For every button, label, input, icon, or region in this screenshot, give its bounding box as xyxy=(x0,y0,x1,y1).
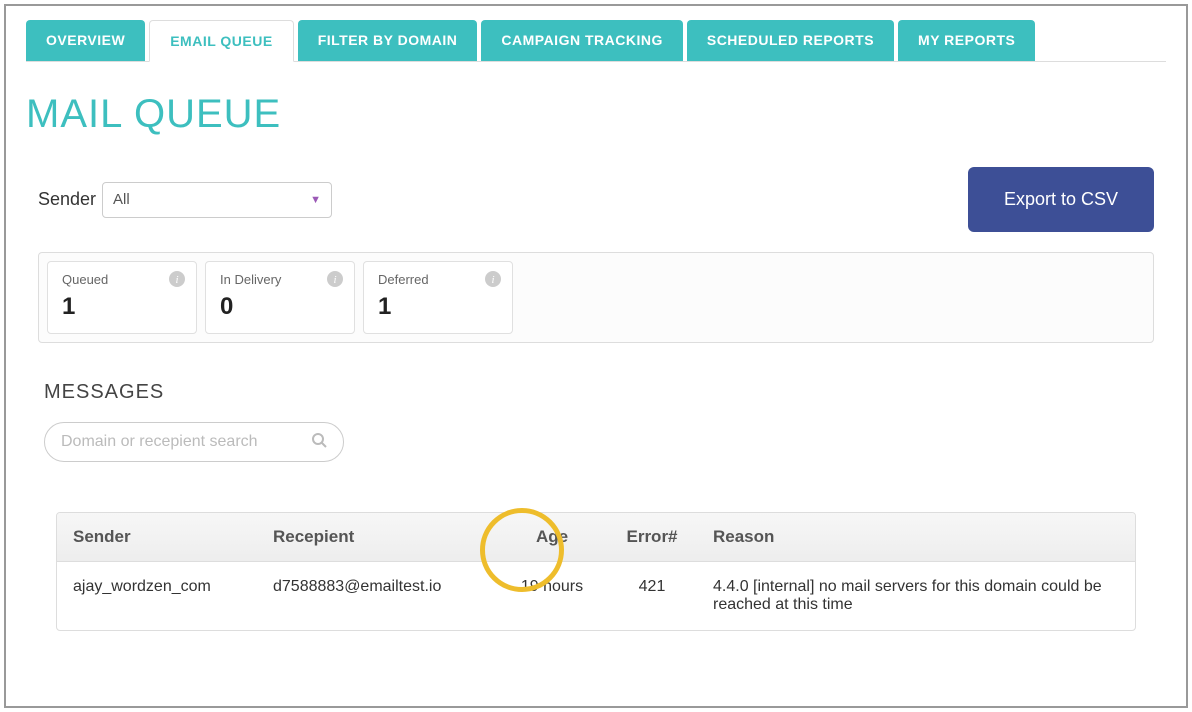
tab-my-reports[interactable]: MY REPORTS xyxy=(898,20,1035,61)
messages-title: MESSAGES xyxy=(44,381,1166,404)
col-header-sender[interactable]: Sender xyxy=(57,513,257,562)
stat-value: 1 xyxy=(62,293,182,321)
svg-text:i: i xyxy=(175,274,178,286)
search-placeholder: Domain or recepient search xyxy=(61,433,258,451)
col-header-reason[interactable]: Reason xyxy=(697,513,1135,562)
stat-card-queued[interactable]: Queued 1 i xyxy=(47,261,197,334)
tab-bar: OVERVIEW EMAIL QUEUE FILTER BY DOMAIN CA… xyxy=(26,20,1166,62)
page-title: MAIL QUEUE xyxy=(26,92,1166,137)
stat-card-deferred[interactable]: Deferred 1 i xyxy=(363,261,513,334)
tab-overview[interactable]: OVERVIEW xyxy=(26,20,145,61)
search-icon xyxy=(311,432,327,453)
tab-filter-by-domain[interactable]: FILTER BY DOMAIN xyxy=(298,20,478,61)
cell-reason: 4.4.0 [internal] no mail servers for thi… xyxy=(697,562,1135,631)
sender-label: Sender xyxy=(38,189,96,210)
col-header-error[interactable]: Error# xyxy=(607,513,697,562)
cell-error: 421 xyxy=(607,562,697,631)
stats-panel: Queued 1 i In Delivery 0 i Deferred 1 i xyxy=(38,252,1154,343)
chevron-down-icon: ▼ xyxy=(310,194,321,206)
info-icon[interactable]: i xyxy=(484,270,502,288)
stat-card-in-delivery[interactable]: In Delivery 0 i xyxy=(205,261,355,334)
info-icon[interactable]: i xyxy=(326,270,344,288)
export-csv-button[interactable]: Export to CSV xyxy=(968,167,1154,232)
sender-filter-group: Sender All ▼ xyxy=(38,182,332,218)
svg-text:i: i xyxy=(333,274,336,286)
info-icon[interactable]: i xyxy=(168,270,186,288)
sender-selected-value: All xyxy=(113,191,130,208)
stat-label: In Delivery xyxy=(220,272,340,287)
tab-campaign-tracking[interactable]: CAMPAIGN TRACKING xyxy=(481,20,682,61)
table-header-row: Sender Recepient Age Error# Reason xyxy=(57,513,1135,562)
app-frame: OVERVIEW EMAIL QUEUE FILTER BY DOMAIN CA… xyxy=(4,4,1188,708)
col-header-age[interactable]: Age xyxy=(497,513,607,562)
sender-select[interactable]: All ▼ xyxy=(102,182,332,218)
stat-value: 0 xyxy=(220,293,340,321)
messages-table: Sender Recepient Age Error# Reason ajay_… xyxy=(56,512,1136,631)
tab-email-queue[interactable]: EMAIL QUEUE xyxy=(149,20,293,62)
controls-row: Sender All ▼ Export to CSV xyxy=(26,167,1166,232)
stat-label: Queued xyxy=(62,272,182,287)
cell-sender: ajay_wordzen_com xyxy=(57,562,257,631)
col-header-recepient[interactable]: Recepient xyxy=(257,513,497,562)
cell-recepient: d7588883@emailtest.io xyxy=(257,562,497,631)
tab-scheduled-reports[interactable]: SCHEDULED REPORTS xyxy=(687,20,894,61)
svg-text:i: i xyxy=(491,274,494,286)
stat-label: Deferred xyxy=(378,272,498,287)
stat-value: 1 xyxy=(378,293,498,321)
cell-age: 19 hours xyxy=(497,562,607,631)
table-row[interactable]: ajay_wordzen_com d7588883@emailtest.io 1… xyxy=(57,562,1135,631)
search-input[interactable]: Domain or recepient search xyxy=(44,422,344,462)
